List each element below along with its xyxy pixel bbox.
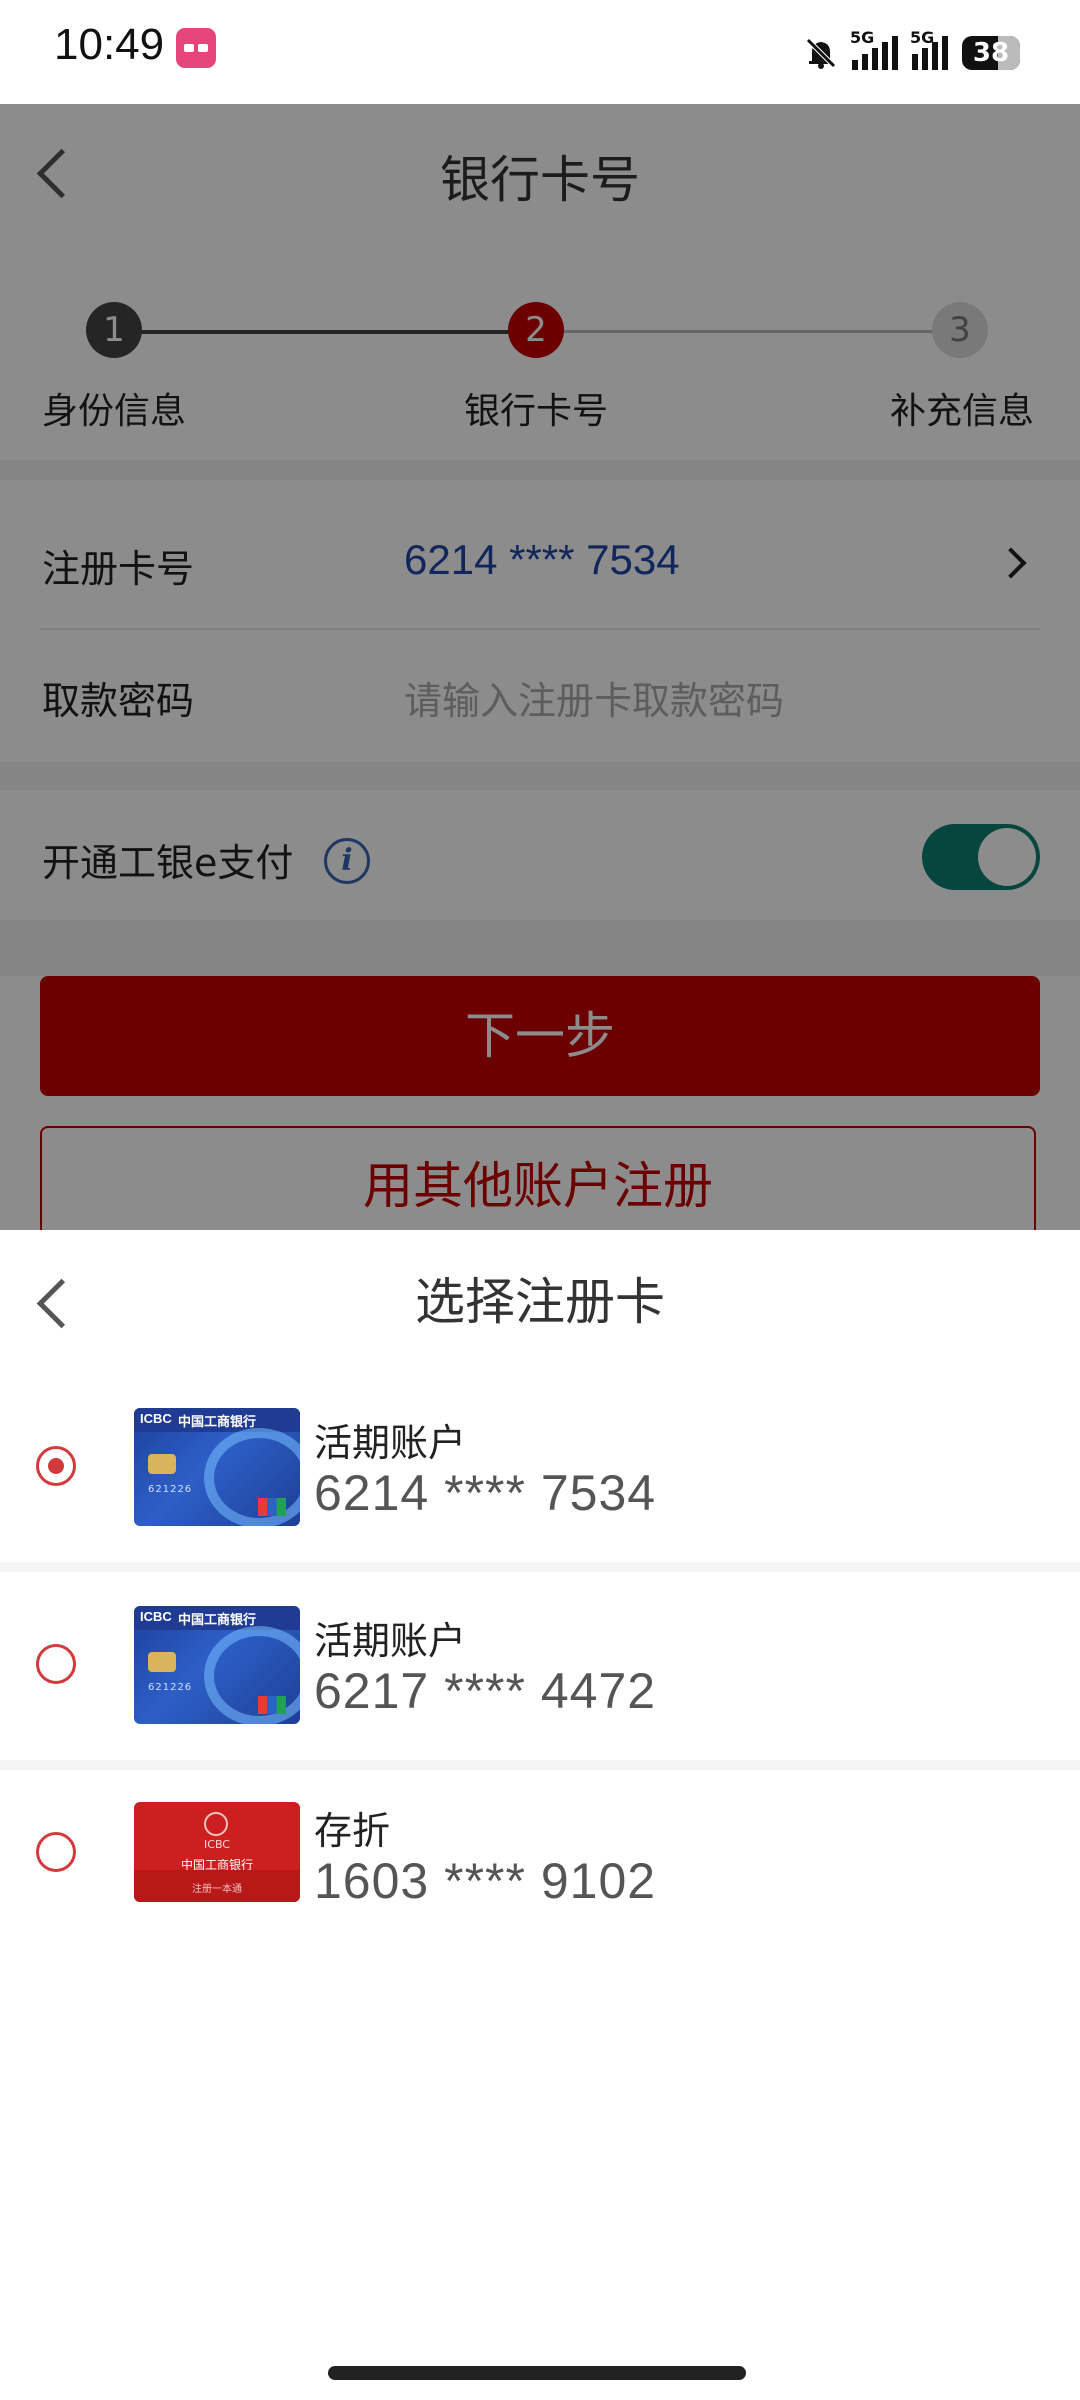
icbc-debit-card-image: ICBC 中国工商银行 621226 bbox=[134, 1408, 300, 1526]
icbc-debit-card-image: ICBC 中国工商银行 621226 bbox=[134, 1606, 300, 1724]
account-type: 活期账户 bbox=[314, 1421, 467, 1465]
app-notification-icon bbox=[176, 28, 216, 68]
battery-icon: 38 bbox=[962, 36, 1020, 70]
cell-signal-icon-2: 5G bbox=[910, 28, 948, 70]
cell-signal-icon-1: 5G bbox=[850, 28, 898, 70]
account-number: 1603 **** 9102 bbox=[314, 1853, 657, 1909]
list-separator bbox=[0, 1760, 1080, 1770]
radio-unselected[interactable] bbox=[36, 1832, 76, 1872]
account-number: 6217 **** 4472 bbox=[314, 1663, 657, 1719]
icbc-passbook-image: ICBC 中国工商银行 注册一本通 bbox=[134, 1802, 300, 1902]
status-time: 10:49 bbox=[54, 20, 165, 69]
mute-bell-icon bbox=[804, 36, 838, 70]
list-separator bbox=[0, 1562, 1080, 1572]
radio-unselected[interactable] bbox=[36, 1644, 76, 1684]
status-bar: 10:49 5G 5G 38 bbox=[0, 0, 1080, 104]
account-number: 6214 **** 7534 bbox=[314, 1465, 657, 1521]
radio-selected[interactable] bbox=[36, 1446, 76, 1486]
system-icons: 5G 5G 38 bbox=[804, 28, 1020, 70]
home-indicator[interactable] bbox=[328, 2366, 746, 2380]
sheet-title: 选择注册卡 bbox=[415, 1273, 665, 1331]
account-type: 存折 bbox=[314, 1809, 391, 1853]
modal-dim-overlay[interactable] bbox=[0, 104, 1080, 1230]
account-type: 活期账户 bbox=[314, 1619, 467, 1663]
